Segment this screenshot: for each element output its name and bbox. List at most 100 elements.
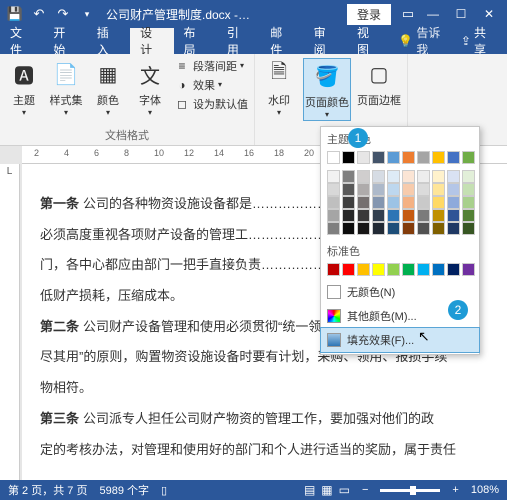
page-borders-button[interactable]: ▢ 页面边框 [357,58,401,108]
color-swatch[interactable] [372,263,385,276]
color-swatch[interactable] [417,170,430,183]
color-swatch[interactable] [402,151,415,164]
color-swatch[interactable] [432,183,445,196]
color-swatch[interactable] [402,196,415,209]
color-swatch[interactable] [357,170,370,183]
color-swatch[interactable] [432,263,445,276]
zoom-slider[interactable] [380,489,440,492]
color-swatch[interactable] [357,209,370,222]
color-swatch[interactable] [417,222,430,235]
watermark-button[interactable]: 🗎 水印▾ [261,58,297,117]
color-swatch[interactable] [402,263,415,276]
para-spacing-button[interactable]: ≡段落间距 ▾ [174,58,248,74]
color-swatch[interactable] [447,263,460,276]
share-button[interactable]: ⇪共享 [451,28,507,54]
color-swatch[interactable] [417,151,430,164]
color-swatch[interactable] [447,170,460,183]
color-swatch[interactable] [387,183,400,196]
colors-button[interactable]: ▦ 颜色▾ [90,58,126,117]
color-swatch[interactable] [387,151,400,164]
color-swatch[interactable] [447,196,460,209]
maximize-icon[interactable]: ☐ [447,0,475,28]
color-swatch[interactable] [447,222,460,235]
tab-design[interactable]: 设计 [130,28,173,54]
color-swatch[interactable] [342,151,355,164]
tab-home[interactable]: 开始 [43,28,86,54]
color-swatch[interactable] [342,183,355,196]
style-set-button[interactable]: 📄 样式集▾ [48,58,84,117]
color-swatch[interactable] [372,209,385,222]
qat-customize-icon[interactable]: ▾ [76,3,98,25]
color-swatch[interactable] [327,209,340,222]
color-swatch[interactable] [462,196,475,209]
color-swatch[interactable] [387,209,400,222]
zoom-in-icon[interactable]: + [452,484,458,496]
effects-button[interactable]: ◑效果 ▾ [174,77,248,93]
color-swatch[interactable] [327,263,340,276]
tab-file[interactable]: 文件 [0,28,43,54]
color-swatch[interactable] [372,196,385,209]
color-swatch[interactable] [387,222,400,235]
zoom-level[interactable]: 108% [471,484,499,496]
color-swatch[interactable] [342,209,355,222]
color-swatch[interactable] [327,196,340,209]
color-swatch[interactable] [402,183,415,196]
color-swatch[interactable] [447,209,460,222]
color-swatch[interactable] [447,183,460,196]
tab-references[interactable]: 引用 [217,28,260,54]
color-swatch[interactable] [327,222,340,235]
view-read-icon[interactable]: ▤ [304,483,315,497]
login-button[interactable]: 登录 [347,4,391,25]
themes-button[interactable]: 🅰 主题▾ [6,58,42,117]
tab-layout[interactable]: 布局 [174,28,217,54]
tab-insert[interactable]: 插入 [87,28,130,54]
color-swatch[interactable] [462,183,475,196]
status-lang-icon[interactable]: ▯ [161,484,167,497]
color-swatch[interactable] [327,151,340,164]
color-swatch[interactable] [342,263,355,276]
status-page[interactable]: 第 2 页，共 7 页 [8,482,87,498]
color-swatch[interactable] [462,222,475,235]
color-swatch[interactable] [432,151,445,164]
set-default-button[interactable]: ◻设为默认值 [174,96,248,112]
color-swatch[interactable] [342,170,355,183]
color-swatch[interactable] [372,222,385,235]
color-swatch[interactable] [387,263,400,276]
tell-me[interactable]: 💡告诉我 [398,28,451,54]
color-swatch[interactable] [417,209,430,222]
tab-view[interactable]: 视图 [347,28,390,54]
color-swatch[interactable] [357,196,370,209]
color-swatch[interactable] [357,263,370,276]
color-swatch[interactable] [462,263,475,276]
undo-icon[interactable]: ↶ [28,3,50,25]
color-swatch[interactable] [447,151,460,164]
color-swatch[interactable] [387,170,400,183]
fill-effects-item[interactable]: 填充效果(F)... [321,328,479,352]
color-swatch[interactable] [462,151,475,164]
color-swatch[interactable] [327,183,340,196]
color-swatch[interactable] [417,263,430,276]
color-swatch[interactable] [402,170,415,183]
view-print-icon[interactable]: ▦ [321,483,332,497]
color-swatch[interactable] [372,183,385,196]
color-swatch[interactable] [432,196,445,209]
color-swatch[interactable] [417,196,430,209]
color-swatch[interactable] [357,151,370,164]
ribbon-options-icon[interactable]: ▭ [397,3,419,25]
color-swatch[interactable] [342,222,355,235]
color-swatch[interactable] [372,151,385,164]
color-swatch[interactable] [462,170,475,183]
color-swatch[interactable] [432,222,445,235]
page-color-button[interactable]: 🪣 页面颜色▾ [303,58,351,121]
view-web-icon[interactable]: ▭ [339,483,350,497]
color-swatch[interactable] [342,196,355,209]
color-swatch[interactable] [432,209,445,222]
tab-review[interactable]: 审阅 [304,28,347,54]
color-swatch[interactable] [432,170,445,183]
color-swatch[interactable] [327,170,340,183]
color-swatch[interactable] [417,183,430,196]
status-words[interactable]: 5989 个字 [99,482,149,498]
color-swatch[interactable] [462,209,475,222]
redo-icon[interactable]: ↷ [52,3,74,25]
zoom-out-icon[interactable]: − [362,484,368,496]
